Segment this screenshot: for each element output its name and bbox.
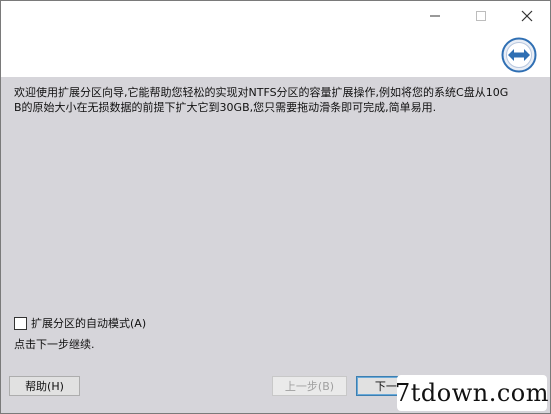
wizard-content: 欢迎使用扩展分区向导,它能帮助您轻松的实现对NTFS分区的容量扩展操作,例如将您… (1, 77, 550, 367)
watermark: 7tdown.com (395, 375, 549, 411)
help-button[interactable]: 帮助(H) (9, 376, 80, 396)
maximize-button[interactable] (458, 1, 504, 31)
auto-mode-option[interactable]: 扩展分区的自动模式(A) (14, 315, 146, 331)
previous-button[interactable]: 上一步(B) (272, 376, 347, 396)
close-icon (521, 10, 533, 22)
maximize-icon (476, 11, 486, 21)
auto-mode-checkbox[interactable] (14, 316, 27, 330)
wizard-window: 欢迎使用扩展分区向导,它能帮助您轻松的实现对NTFS分区的容量扩展操作,例如将您… (0, 0, 551, 414)
auto-mode-label: 扩展分区的自动模式(A) (31, 317, 147, 330)
intro-text: 欢迎使用扩展分区向导,它能帮助您轻松的实现对NTFS分区的容量扩展操作,例如将您… (14, 86, 509, 114)
wizard-header (1, 31, 550, 77)
continue-hint: 点击下一步继续. (14, 338, 95, 351)
minimize-icon (430, 15, 440, 17)
title-bar (1, 1, 550, 31)
minimize-button[interactable] (412, 1, 458, 31)
close-button[interactable] (504, 1, 550, 31)
double-arrow-logo-icon (501, 37, 537, 73)
